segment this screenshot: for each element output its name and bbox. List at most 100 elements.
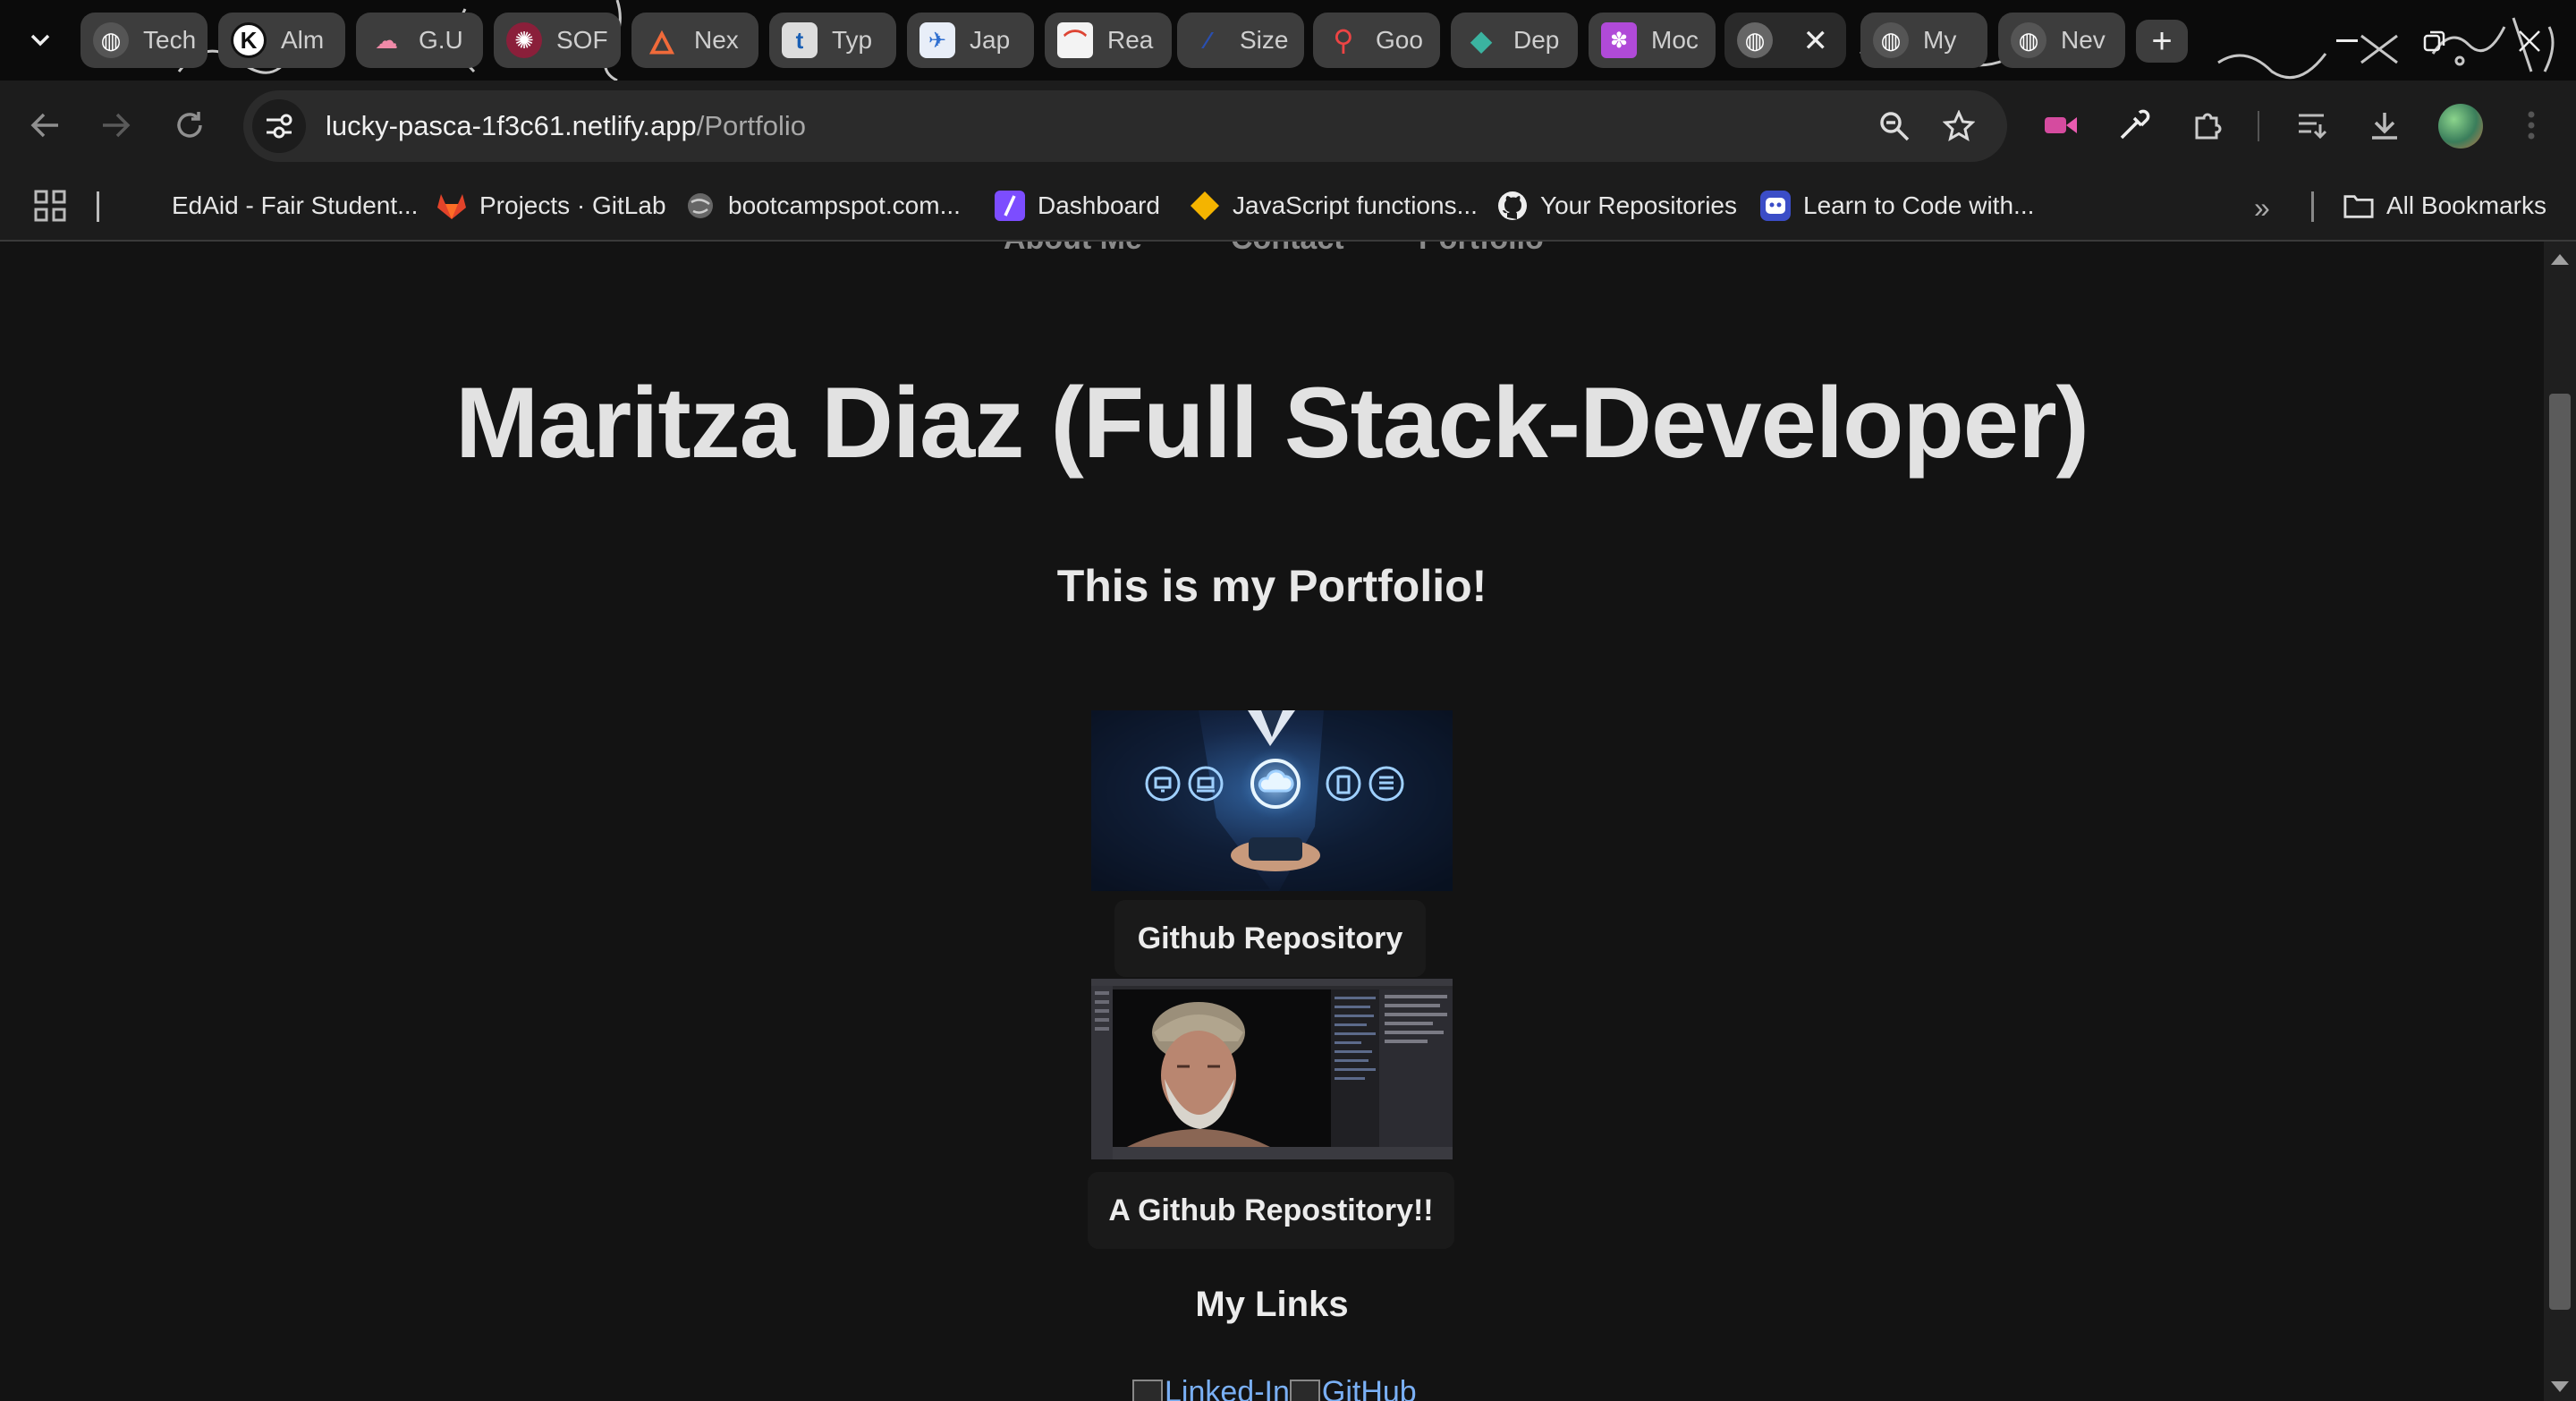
red-circle-icon: ✺ bbox=[506, 22, 542, 58]
bookmarks-divider bbox=[97, 191, 99, 222]
extensions-puzzle-icon[interactable] bbox=[2184, 102, 2231, 149]
tab-item[interactable]: ✽ Moc bbox=[1589, 13, 1716, 68]
t-logo-icon: t bbox=[782, 22, 818, 58]
tab-title: Typ bbox=[832, 26, 873, 54]
github-repo-button-2[interactable]: A Github Repostitory!! bbox=[1088, 1172, 1454, 1249]
brain-icon: ☁ bbox=[375, 26, 398, 54]
bookmark-item[interactable]: Your Repositories bbox=[1497, 184, 1737, 227]
reading-list-icon[interactable] bbox=[2290, 102, 2336, 149]
github-link[interactable]: GitHub bbox=[1290, 1365, 1417, 1401]
robot-icon bbox=[1760, 191, 1791, 221]
address-bar[interactable]: lucky-pasca-1f3c61.netlify.app/Portfolio bbox=[243, 90, 2007, 162]
download-icon[interactable] bbox=[2361, 102, 2408, 149]
purple-pattern-icon: ✽ bbox=[1601, 22, 1637, 58]
scroll-thumb[interactable] bbox=[2549, 394, 2571, 1310]
bookmark-item[interactable]: bootcampspot.com... bbox=[685, 184, 961, 227]
tab-title: Goo bbox=[1376, 26, 1423, 54]
tab-item[interactable]: K Alm bbox=[218, 13, 345, 68]
page-subtitle: This is my Portfolio! bbox=[1056, 561, 1487, 611]
bookmark-item[interactable]: Learn to Code with... bbox=[1760, 184, 2034, 227]
tab-item[interactable]: ◍ Tech bbox=[80, 13, 208, 68]
site-info-icon[interactable] bbox=[252, 99, 306, 153]
eyedropper-icon[interactable] bbox=[2111, 102, 2157, 149]
site-nav: About Me Contact Portfolio bbox=[0, 242, 2544, 258]
page-title: Maritza Diaz (Full Stack-Developer) bbox=[455, 367, 2089, 479]
links-heading: My Links bbox=[1195, 1285, 1349, 1324]
zoom-icon[interactable] bbox=[1871, 103, 1918, 149]
tab-item[interactable]: ◍ Nev bbox=[1998, 13, 2125, 68]
bookmark-label: EdAid - Fair Student... bbox=[172, 191, 419, 219]
more-bookmarks-chevron-icon[interactable]: » bbox=[2254, 191, 2270, 225]
apps-grid-icon[interactable] bbox=[34, 190, 66, 226]
tab-title: Jap bbox=[970, 26, 1011, 54]
tab-strip: ◍ Tech K Alm ☁ G.U ✺ SOF 🜂 Nex t Typ ✈ J… bbox=[0, 0, 2576, 81]
bookmarks-divider bbox=[2311, 191, 2314, 222]
tab-title: Moc bbox=[1651, 26, 1699, 54]
bookmark-item[interactable]: Projects · GitLab bbox=[436, 184, 666, 227]
tab-item[interactable]: 🜂 Nex bbox=[631, 13, 758, 68]
back-button[interactable] bbox=[21, 102, 68, 149]
tab-title: Size bbox=[1240, 26, 1289, 54]
profile-avatar[interactable] bbox=[2438, 104, 2483, 149]
nav-link-about[interactable]: About Me bbox=[1004, 242, 1142, 257]
tab-title: Alm bbox=[281, 26, 325, 54]
reload-button[interactable] bbox=[166, 102, 213, 149]
bookmark-label: bootcampspot.com... bbox=[728, 191, 961, 219]
tab-item[interactable]: ⌒ Rea bbox=[1045, 13, 1172, 68]
tab-title: Dep bbox=[1513, 26, 1560, 54]
tab-item[interactable]: ⁄ Size bbox=[1177, 13, 1304, 68]
new-tab-button[interactable]: + bbox=[2136, 20, 2188, 63]
tab-item[interactable]: ⚲ Goo bbox=[1313, 13, 1440, 68]
dashboard-icon bbox=[995, 191, 1025, 221]
close-window-icon[interactable] bbox=[2504, 16, 2555, 66]
folder-icon bbox=[2343, 191, 2374, 221]
globe-icon: ◍ bbox=[1737, 22, 1773, 58]
tab-item-active[interactable]: ◍ ✕ bbox=[1724, 13, 1846, 68]
close-tab-icon[interactable]: ✕ bbox=[1803, 23, 1829, 59]
tab-title: G.U bbox=[419, 26, 463, 54]
tab-item[interactable]: ☁ G.U bbox=[356, 13, 483, 68]
tab-item[interactable]: ✺ SOF bbox=[494, 13, 621, 68]
bookmarks-bar: EdAid - Fair Student... Projects · GitLa… bbox=[0, 172, 2576, 242]
tab-search-dropdown-button[interactable] bbox=[23, 23, 57, 57]
bookmark-label: Your Repositories bbox=[1540, 191, 1737, 219]
minimize-icon[interactable] bbox=[2322, 16, 2372, 66]
tab-item[interactable]: t Typ bbox=[769, 13, 896, 68]
map-pin-icon: ⚲ bbox=[1333, 24, 1354, 56]
forward-button[interactable] bbox=[93, 102, 140, 149]
bookmark-label: Dashboard bbox=[1038, 191, 1160, 219]
page-scrollbar[interactable] bbox=[2544, 242, 2576, 1401]
old-man-render-image bbox=[1091, 979, 1453, 1159]
kebab-menu-icon[interactable] bbox=[2508, 102, 2555, 149]
tab-item[interactable]: ◆ Dep bbox=[1451, 13, 1578, 68]
all-bookmarks-button[interactable]: All Bookmarks bbox=[2343, 184, 2546, 227]
browser-toolbar: lucky-pasca-1f3c61.netlify.app/Portfolio bbox=[0, 81, 2576, 172]
extension-video-icon[interactable] bbox=[2038, 102, 2084, 149]
bookmark-label: Projects · GitLab bbox=[479, 191, 666, 219]
bookmark-label: JavaScript functions... bbox=[1233, 191, 1478, 219]
flame-icon: 🜂 bbox=[648, 26, 675, 61]
diamond-icon bbox=[1190, 191, 1220, 221]
linkedin-link[interactable]: Linked-In bbox=[1132, 1365, 1290, 1401]
nav-link-portfolio[interactable]: Portfolio bbox=[1419, 242, 1544, 257]
scroll-down-icon[interactable] bbox=[2551, 1381, 2569, 1392]
k-logo-icon: K bbox=[231, 22, 267, 58]
scroll-up-icon[interactable] bbox=[2551, 254, 2569, 265]
url-text[interactable]: lucky-pasca-1f3c61.netlify.app/Portfolio bbox=[326, 110, 806, 142]
bookmark-item[interactable]: EdAid - Fair Student... bbox=[172, 184, 418, 227]
globe-icon: ◍ bbox=[1873, 22, 1909, 58]
bookmark-item[interactable]: JavaScript functions... bbox=[1190, 184, 1478, 227]
restore-icon[interactable] bbox=[2410, 16, 2460, 66]
bookmark-item[interactable]: Dashboard bbox=[995, 184, 1160, 227]
bookmark-star-icon[interactable] bbox=[1936, 103, 1982, 149]
tab-item[interactable]: ◍ My bbox=[1860, 13, 1987, 68]
tab-item[interactable]: ✈ Jap bbox=[907, 13, 1034, 68]
nav-link-contact[interactable]: Contact bbox=[1231, 242, 1344, 257]
bookmark-label: Learn to Code with... bbox=[1803, 191, 2035, 219]
cloud-hand-image bbox=[1091, 710, 1453, 891]
links-row: Linked-In GitHub bbox=[1132, 1365, 1417, 1401]
github-repo-button[interactable]: Github Repository bbox=[1114, 900, 1426, 977]
toolbar-divider bbox=[2258, 111, 2259, 141]
github-icon bbox=[1497, 191, 1528, 221]
url-host: lucky-pasca-1f3c61.netlify.app bbox=[326, 110, 697, 141]
